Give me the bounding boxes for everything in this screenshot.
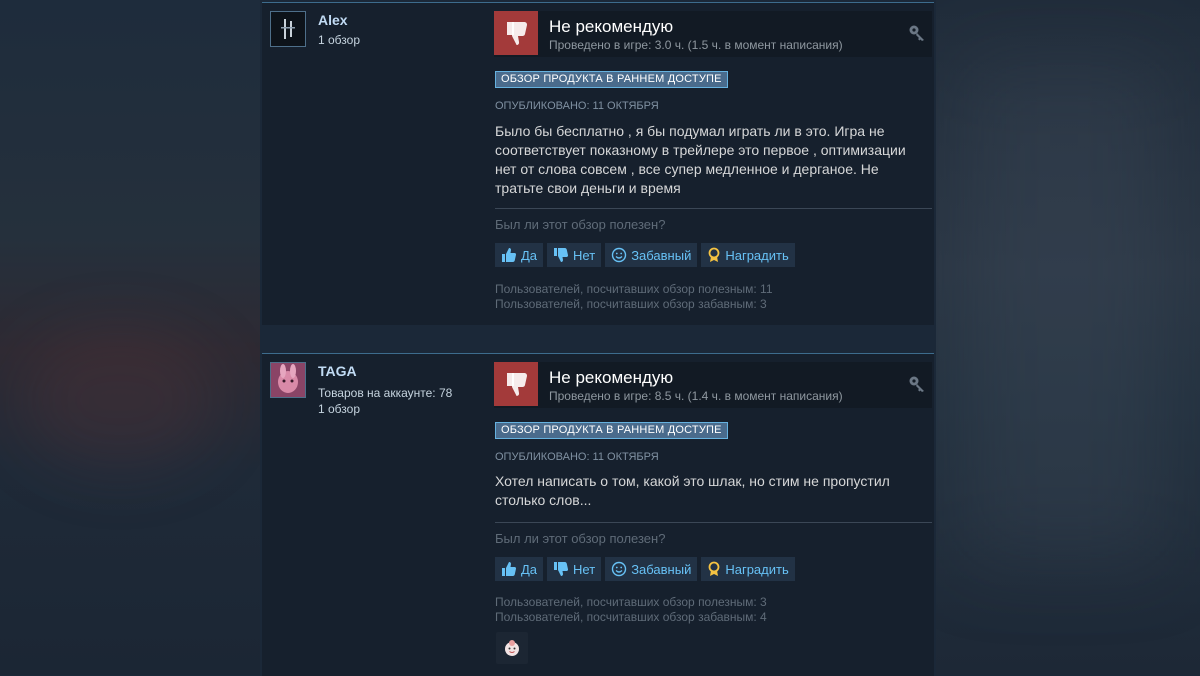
avatar[interactable] [270,362,306,398]
no-label: Нет [573,561,596,577]
yes-label: Да [521,247,538,263]
no-label: Нет [573,247,596,263]
helpful-question: Был ли этот обзор полезен? [495,531,666,546]
vote-no-button[interactable]: Нет [547,243,602,267]
smiley-icon [611,247,627,263]
helpful-question: Был ли этот обзор полезен? [495,217,666,232]
thumbs-down-icon [494,362,538,406]
divider [495,522,932,523]
funny-label: Забавный [631,561,692,577]
key-icon [908,24,926,42]
thumbs-down-icon [554,248,569,262]
key-icon [908,375,926,393]
funny-count: Пользователей, посчитавших обзор забавны… [495,610,767,624]
review-line: Хотел написать о том, какой это шлак, но… [495,473,890,489]
helpful-count: Пользователей, посчитавших обзор полезны… [495,595,767,609]
author-name[interactable]: TAGA [318,363,357,379]
vote-funny-button[interactable]: Забавный [605,557,698,581]
vote-yes-button[interactable]: Да [495,557,544,581]
vote-header[interactable]: Не рекомендую Проведено в игре: 8.5 ч. (… [494,362,932,408]
smiley-icon [611,561,627,577]
posted-date: Опубликовано: 11 октября [495,451,659,463]
thumbs-up-icon [502,248,517,262]
award-label: Наградить [725,561,789,577]
rating-buttons: Да Нет Забавный Наградить [495,557,795,581]
thumbs-down-icon [494,11,538,55]
received-award-icon[interactable] [496,632,528,664]
verdict-title: Не рекомендую [549,17,674,36]
review-line: тратьте свои деньги и время [495,180,681,196]
posted-date: Опубликовано: 11 октября [495,100,659,112]
review-content: Хотел написать о том, какой это шлак, но… [495,472,925,510]
thumbs-down-icon [554,562,569,576]
review-card: TAGA Товаров на аккаунте: 78 1 обзор Не … [262,353,934,676]
divider [495,208,932,209]
funny-count: Пользователей, посчитавших обзор забавны… [495,297,767,311]
review-stats: Пользователей, посчитавших обзор полезны… [495,595,767,625]
product-count[interactable]: Товаров на аккаунте: 78 [318,386,452,400]
rating-buttons: Да Нет Забавный Наградить [495,243,795,267]
yes-label: Да [521,561,538,577]
avatar[interactable] [270,11,306,47]
review-line: нет от слова совсем , все супер медленно… [495,161,879,177]
early-access-badge: ОБЗОР ПРОДУКТА В РАННЕМ ДОСТУПЕ [495,71,728,88]
early-access-badge: ОБЗОР ПРОДУКТА В РАННЕМ ДОСТУПЕ [495,422,728,439]
background-left-blur [0,0,262,675]
award-icon [708,561,720,576]
review-count[interactable]: 1 обзор [318,402,360,416]
review-line: столько слов... [495,492,592,508]
hours-played: Проведено в игре: 3.0 ч. (1.5 ч. в момен… [549,38,843,52]
vote-yes-button[interactable]: Да [495,243,544,267]
verdict-title: Не рекомендую [549,368,674,387]
background-right-blur [934,0,1200,675]
vote-no-button[interactable]: Нет [547,557,602,581]
review-content: Было бы бесплатно , я бы подумал играть … [495,122,925,198]
award-icon [708,247,720,262]
award-button[interactable]: Наградить [701,557,795,581]
award-button[interactable]: Наградить [701,243,795,267]
review-line: Было бы бесплатно , я бы подумал играть … [495,123,885,139]
review-card: Alex 1 обзор Не рекомендую Проведено в и… [262,2,934,325]
author-name[interactable]: Alex [318,12,348,28]
hours-played: Проведено в игре: 8.5 ч. (1.4 ч. в момен… [549,389,843,403]
funny-label: Забавный [631,247,692,263]
thumbs-up-icon [502,562,517,576]
review-stats: Пользователей, посчитавших обзор полезны… [495,282,773,312]
review-line: соответствует показному в трейлере это п… [495,142,906,158]
review-count[interactable]: 1 обзор [318,33,360,47]
helpful-count: Пользователей, посчитавших обзор полезны… [495,282,773,296]
award-label: Наградить [725,247,789,263]
vote-funny-button[interactable]: Забавный [605,243,698,267]
vote-header[interactable]: Не рекомендую Проведено в игре: 3.0 ч. (… [494,11,932,57]
